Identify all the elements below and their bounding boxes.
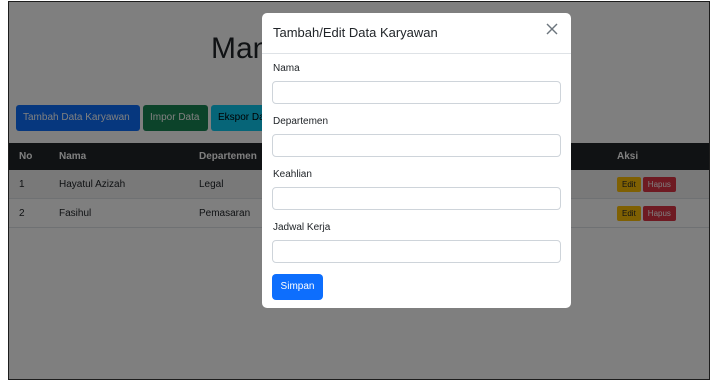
close-icon[interactable] — [545, 22, 559, 36]
schedule-label: Jadwal Kerja — [273, 222, 331, 233]
employee-modal: Tambah/Edit Data Karyawan Nama Departeme… — [262, 13, 571, 308]
save-button[interactable]: Simpan — [272, 274, 323, 300]
department-input[interactable] — [272, 134, 561, 157]
modal-title: Tambah/Edit Data Karyawan — [273, 25, 438, 40]
modal-header: Tambah/Edit Data Karyawan — [262, 13, 571, 54]
name-label: Nama — [273, 63, 300, 74]
skills-input[interactable] — [272, 187, 561, 210]
department-label: Departemen — [273, 116, 329, 127]
skills-label: Keahlian — [273, 169, 312, 180]
schedule-input[interactable] — [272, 240, 561, 263]
name-input[interactable] — [272, 81, 561, 104]
